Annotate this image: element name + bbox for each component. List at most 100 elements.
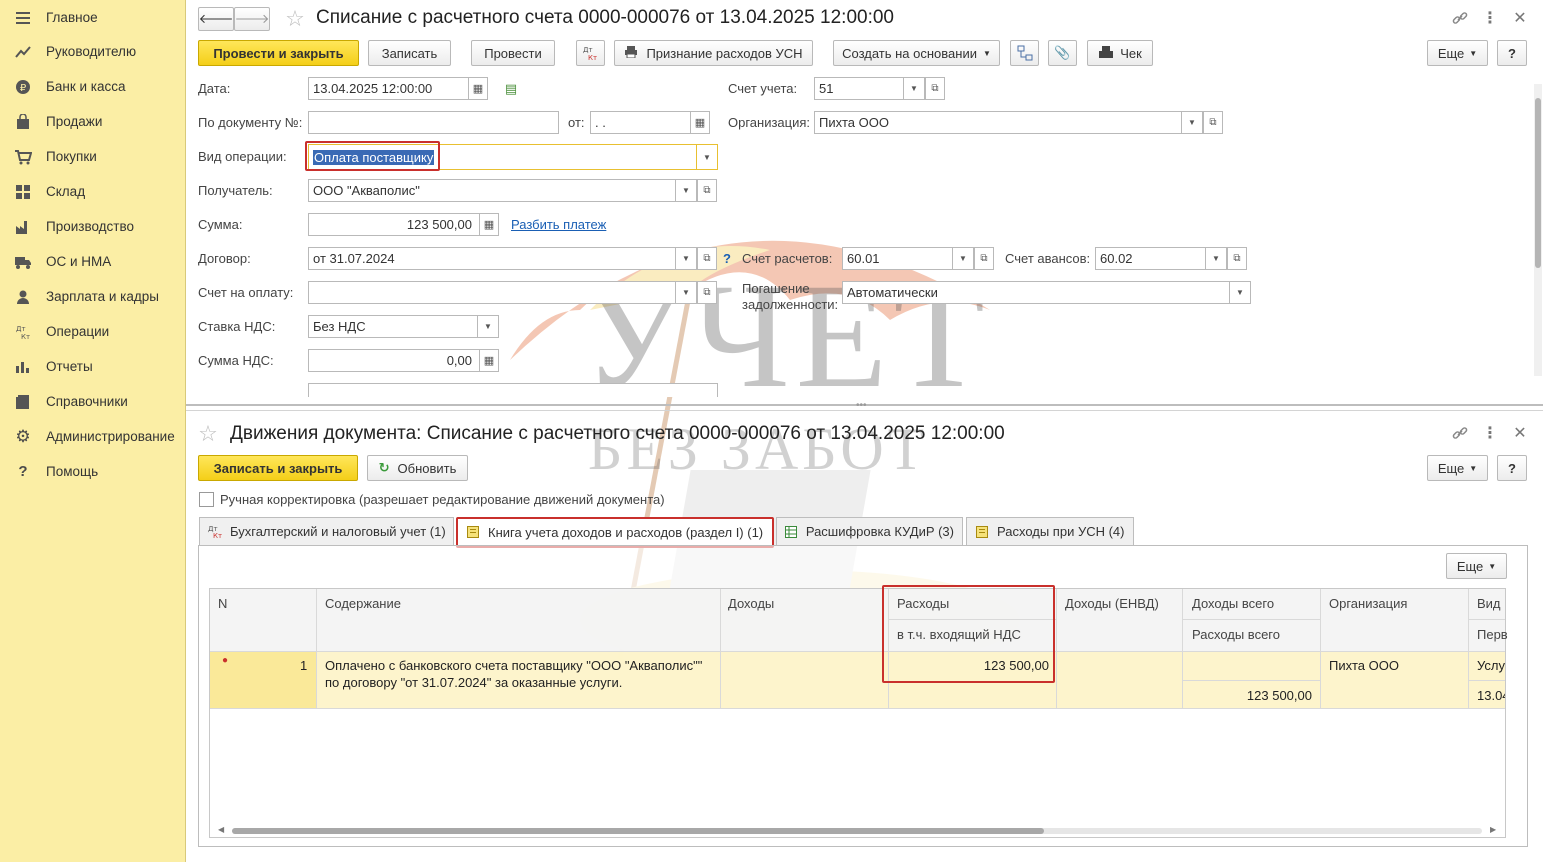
split-payment-link[interactable]: Разбить платеж	[511, 217, 606, 232]
more-button[interactable]: Еще ▼	[1427, 40, 1488, 66]
calendar-button[interactable]: ▦	[468, 77, 488, 100]
sidebar-item-sales[interactable]: Продажи	[0, 104, 186, 139]
repay-field[interactable]: Автоматически	[842, 281, 1231, 304]
manual-correction-checkbox[interactable]	[199, 492, 214, 507]
invoice-field[interactable]	[308, 281, 676, 304]
sidebar-item-bank[interactable]: ₽ Банк и касса	[0, 69, 186, 104]
sidebar-item-reports[interactable]: Отчеты	[0, 349, 186, 384]
account-open-button[interactable]: ⧉	[925, 77, 945, 100]
form-scrollbar-thumb[interactable]	[1535, 98, 1541, 268]
contract-open-button[interactable]: ⧉	[697, 247, 717, 270]
table-more-button[interactable]: Еще ▼	[1446, 553, 1507, 579]
sum-field[interactable]: 123 500,00	[308, 213, 499, 236]
sidebar-item-main[interactable]: Главное	[0, 0, 186, 35]
operation-field[interactable]: Оплата поставщику	[308, 144, 697, 170]
sidebar-item-help[interactable]: ? Помощь	[0, 454, 186, 489]
tab-kudir-details[interactable]: Расшифровка КУДиР (3)	[776, 517, 963, 545]
recipient-dropdown[interactable]: ▼	[675, 179, 697, 202]
settle-account-dropdown[interactable]: ▼	[952, 247, 974, 270]
favorite-star-icon[interactable]: ☆	[282, 6, 308, 32]
account-field[interactable]: 51	[814, 77, 904, 100]
tab-accounting[interactable]: Дт Кт Бухгалтерский и налоговый учет (1)	[199, 517, 454, 545]
advance-account-open-button[interactable]: ⧉	[1227, 247, 1247, 270]
table-hscrollbar[interactable]: ◀ ▶	[210, 825, 1505, 837]
from-calendar-button[interactable]: ▦	[690, 111, 710, 134]
sidebar-item-salary[interactable]: Зарплата и кадры	[0, 279, 186, 314]
repay-dropdown[interactable]: ▼	[1229, 281, 1251, 304]
invoice-dropdown[interactable]: ▼	[675, 281, 697, 304]
sidebar-item-operations[interactable]: Дт Кт Операции	[0, 314, 186, 349]
org-dropdown[interactable]: ▼	[1181, 111, 1203, 134]
structure-button[interactable]	[1010, 40, 1039, 66]
link-icon[interactable]	[1447, 5, 1473, 31]
link-icon[interactable]	[1447, 420, 1473, 446]
contract-dropdown[interactable]: ▼	[675, 247, 697, 270]
col-header-type-sub[interactable]: Перв	[1477, 627, 1508, 642]
col-header-income-envd[interactable]: Доходы (ЕНВД)	[1065, 596, 1159, 611]
more-button[interactable]: Еще ▼	[1427, 455, 1488, 481]
col-header-income[interactable]: Доходы	[728, 596, 774, 611]
calculator-button[interactable]: ▦	[479, 213, 499, 236]
vat-rate-dropdown[interactable]: ▼	[477, 315, 499, 338]
col-header-expenses-vat[interactable]: в т.ч. входящий НДС	[897, 627, 1021, 642]
help-button[interactable]: ?	[1497, 455, 1527, 481]
col-header-type[interactable]: Вид	[1477, 596, 1501, 611]
col-header-expenses-total[interactable]: Расходы всего	[1192, 627, 1280, 642]
sidebar-item-manager[interactable]: Руководителю	[0, 34, 186, 69]
back-button[interactable]: 🡐	[198, 7, 234, 31]
sidebar-item-production[interactable]: Производство	[0, 209, 186, 244]
scroll-right-icon[interactable]: ▶	[1490, 825, 1496, 834]
close-icon[interactable]: ✕	[1507, 420, 1533, 446]
sidebar-item-warehouse[interactable]: Склад	[0, 174, 186, 209]
col-header-income-total[interactable]: Доходы всего	[1192, 596, 1274, 611]
usn-expenses-button[interactable]: Признание расходов УСН	[614, 40, 813, 66]
operation-dropdown[interactable]: ▼	[696, 144, 718, 170]
date-field[interactable]: 13.04.2025 12:00:00	[308, 77, 469, 100]
save-button[interactable]: Записать	[368, 40, 451, 66]
org-field[interactable]: Пихта ООО	[814, 111, 1183, 134]
vat-rate-field[interactable]: Без НДС	[308, 315, 478, 338]
contract-field[interactable]: от 31.07.2024	[308, 247, 676, 270]
sidebar-item-assets[interactable]: ОС и НМА	[0, 244, 186, 279]
sidebar-item-purchases[interactable]: Покупки	[0, 139, 186, 174]
advance-account-dropdown[interactable]: ▼	[1205, 247, 1227, 270]
more-vertical-icon[interactable]: ⋮	[1477, 420, 1503, 446]
sidebar-item-admin[interactable]: ⚙ Администрирование	[0, 419, 186, 454]
forward-button[interactable]: 🡒	[234, 7, 270, 31]
col-header-content[interactable]: Содержание	[325, 596, 401, 611]
invoice-open-button[interactable]: ⧉	[697, 281, 717, 304]
post-and-close-button[interactable]: Провести и закрыть	[198, 40, 359, 66]
more-vertical-icon[interactable]: ⋮	[1477, 5, 1503, 31]
from-date-field[interactable]: . .	[590, 111, 691, 134]
tab-kudir[interactable]: Книга учета доходов и расходов (раздел I…	[457, 517, 773, 546]
col-header-org[interactable]: Организация	[1329, 596, 1407, 611]
recipient-field[interactable]: ООО "Акваполис"	[308, 179, 676, 202]
sidebar-item-catalogs[interactable]: Справочники	[0, 384, 186, 419]
scroll-left-icon[interactable]: ◀	[218, 825, 224, 834]
org-open-button[interactable]: ⧉	[1203, 111, 1223, 134]
save-and-close-button[interactable]: Записать и закрыть	[198, 455, 358, 481]
settle-account-open-button[interactable]: ⧉	[974, 247, 994, 270]
col-header-expenses[interactable]: Расходы	[897, 596, 949, 611]
post-button[interactable]: Провести	[471, 40, 555, 66]
attach-button[interactable]: 📎	[1048, 40, 1077, 66]
create-based-button[interactable]: Создать на основании ▼	[833, 40, 1000, 66]
check-button[interactable]: Чек	[1087, 40, 1153, 66]
recipient-open-button[interactable]: ⧉	[697, 179, 717, 202]
settle-account-field[interactable]: 60.01	[842, 247, 953, 270]
account-dropdown[interactable]: ▼	[903, 77, 925, 100]
help-button[interactable]: ?	[1497, 40, 1527, 66]
advance-account-field[interactable]: 60.02	[1095, 247, 1206, 270]
numbering-icon[interactable]: ▤	[498, 76, 524, 102]
form-scrollbar[interactable]	[1534, 84, 1542, 376]
dtkt-button[interactable]: Дт Кт	[576, 40, 605, 66]
contract-help-icon[interactable]: ?	[723, 251, 731, 266]
vat-sum-field[interactable]: 0,00	[308, 349, 499, 372]
tab-usn-expenses[interactable]: Расходы при УСН (4)	[966, 517, 1134, 545]
close-icon[interactable]: ✕	[1507, 5, 1533, 31]
vat-calculator-button[interactable]: ▦	[479, 349, 499, 372]
scroll-thumb[interactable]	[232, 828, 1044, 834]
col-header-n[interactable]: N	[218, 596, 227, 611]
doc-number-field[interactable]	[308, 111, 559, 134]
favorite-star-icon[interactable]: ☆	[195, 421, 221, 447]
